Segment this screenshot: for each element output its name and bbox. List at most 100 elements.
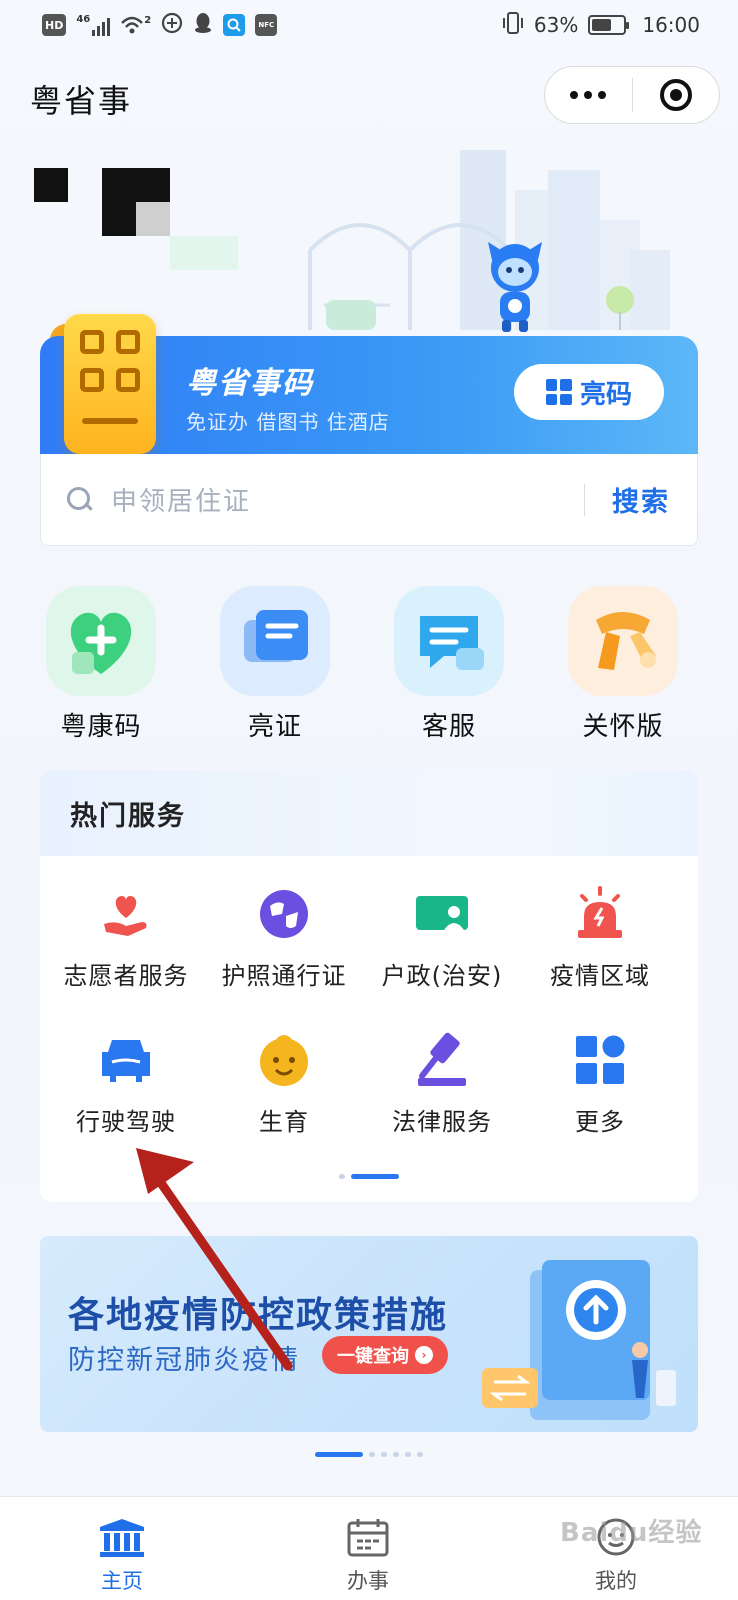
- vibrate-icon: [502, 11, 524, 40]
- tab-label: 我的: [595, 1569, 637, 1593]
- watermark: Baidu经验: [560, 1518, 703, 1548]
- banner-subtitle: 防控新冠肺炎疫情: [68, 1345, 300, 1376]
- wifi-icon: 2: [120, 15, 151, 35]
- home-building-icon: [98, 1517, 146, 1557]
- pager-dot-active: [351, 1174, 399, 1179]
- status-bar: HD 46 2 NFC 63% 16:00: [0, 0, 738, 50]
- tab-affairs[interactable]: 办事: [308, 1517, 428, 1595]
- grid-qr-icon: [545, 379, 572, 405]
- banner-illustration: [482, 1260, 676, 1420]
- more-dots-icon: [570, 91, 607, 99]
- redacted-block: [136, 202, 170, 236]
- more-button[interactable]: [545, 67, 632, 123]
- search-button[interactable]: 搜索: [585, 480, 697, 519]
- household-card-icon: [414, 886, 470, 942]
- service-label: 疫情区域: [550, 962, 650, 990]
- service-label: 生育: [259, 1108, 309, 1136]
- close-mini-program-button[interactable]: [633, 67, 720, 123]
- signal-icon: 46: [76, 14, 111, 36]
- mascot-illustration: [488, 242, 542, 332]
- target-circle-icon: [659, 79, 692, 111]
- banner-pager: [0, 1452, 738, 1457]
- tab-label: 主页: [101, 1569, 143, 1593]
- search-bar[interactable]: 申领居住证 搜索: [40, 454, 698, 546]
- service-birth[interactable]: 生育: [202, 1032, 366, 1137]
- scarf-icon: [568, 586, 678, 696]
- search-app-icon: [223, 14, 246, 36]
- service-volunteer[interactable]: 志愿者服务: [44, 886, 208, 991]
- gavel-icon: [414, 1032, 470, 1088]
- service-label: 户政(治安): [381, 962, 503, 990]
- more-grid-icon: [572, 1032, 628, 1088]
- service-household[interactable]: 户政(治安): [360, 886, 524, 991]
- service-label: 法律服务: [392, 1108, 492, 1136]
- search-icon: [67, 486, 93, 513]
- service-passport[interactable]: 护照通行证: [202, 886, 366, 991]
- service-more[interactable]: 更多: [518, 1032, 682, 1137]
- quick-entry-customer-service[interactable]: 客服: [374, 586, 524, 743]
- tab-home[interactable]: 主页: [62, 1517, 182, 1595]
- service-label: 行驶驾驶: [76, 1108, 176, 1136]
- nfc-badge: NFC: [255, 14, 278, 36]
- tab-label: 办事: [347, 1569, 389, 1593]
- nfc-icon: [161, 12, 183, 39]
- battery-icon: [588, 15, 630, 35]
- show-code-label: 亮码: [579, 379, 632, 410]
- hot-services-pager: [40, 1174, 698, 1179]
- pager-dot: [381, 1452, 387, 1457]
- calendar-icon: [344, 1517, 392, 1557]
- passport-globe-icon: [256, 886, 312, 942]
- app-title: 粤省事: [30, 82, 133, 120]
- pager-dot-active: [315, 1452, 363, 1457]
- clock: 16:00: [642, 13, 700, 37]
- epidemic-policy-banner[interactable]: 各地疫情防控政策措施 防控新冠肺炎疫情 一键查询 ›: [40, 1236, 698, 1432]
- service-vehicle-driving[interactable]: 行驶驾驶: [44, 1032, 208, 1137]
- redacted-block: [102, 168, 170, 202]
- code-card-subtitle: 免证办 借图书 住酒店: [186, 410, 390, 434]
- qr-code-icon: [50, 314, 156, 456]
- service-label: 护照通行证: [221, 962, 347, 990]
- service-epidemic-area[interactable]: 疫情区域: [518, 886, 682, 991]
- query-button-label: 一键查询: [337, 1346, 409, 1367]
- service-legal[interactable]: 法律服务: [360, 1032, 524, 1137]
- code-card-title: 粤省事码: [186, 366, 314, 401]
- hot-services-title: 热门服务: [70, 800, 186, 832]
- redacted-block: [34, 168, 68, 202]
- show-code-button[interactable]: 亮码: [514, 364, 664, 420]
- hot-services-panel: 热门服务 志愿者服务 护照通行证 户政(治安) 疫情区域 行驶驾驶 生育 法律服…: [40, 770, 698, 1202]
- search-input[interactable]: 申领居住证: [111, 481, 584, 518]
- baby-face-icon: [256, 1032, 312, 1088]
- quick-entry-label: 关怀版: [582, 712, 664, 742]
- quick-entry-label: 亮证: [247, 712, 302, 742]
- redacted-block: [102, 202, 136, 236]
- pager-dot: [405, 1452, 411, 1457]
- banner-title: 各地疫情防控政策措施: [68, 1295, 449, 1336]
- qq-icon: [193, 12, 213, 39]
- id-card-icon: [220, 586, 330, 696]
- quick-entry-care-edition[interactable]: 关怀版: [548, 586, 698, 743]
- chat-bubble-icon: [394, 586, 504, 696]
- quick-entry-label: 客服: [421, 712, 476, 742]
- wifi-label: 2: [144, 15, 152, 26]
- service-label: 志愿者服务: [63, 962, 189, 990]
- signal-label: 46: [76, 14, 91, 25]
- quick-entry-show-id[interactable]: 亮证: [200, 586, 350, 743]
- status-right: 63% 16:00: [502, 11, 700, 40]
- mini-program-capsule: [544, 66, 720, 124]
- hot-services-header: 热门服务: [40, 770, 698, 856]
- volunteer-heart-hand-icon: [98, 886, 154, 942]
- redacted-block: [170, 236, 238, 270]
- pager-dot: [417, 1452, 423, 1457]
- quick-entry-label: 粤康码: [60, 712, 142, 742]
- yueshengshi-code-card[interactable]: 粤省事码 免证办 借图书 住酒店 亮码: [40, 314, 698, 456]
- chevron-right-icon: ›: [415, 1346, 433, 1364]
- health-heart-icon: [46, 586, 156, 696]
- pager-dot: [369, 1452, 375, 1457]
- quick-entry-health-code[interactable]: 粤康码: [26, 586, 176, 743]
- one-click-query-button[interactable]: 一键查询 ›: [322, 1336, 448, 1374]
- alarm-siren-icon: [572, 886, 628, 942]
- service-label: 更多: [575, 1108, 625, 1136]
- pager-dot: [339, 1174, 345, 1179]
- car-icon: [98, 1032, 154, 1088]
- pager-dot: [393, 1452, 399, 1457]
